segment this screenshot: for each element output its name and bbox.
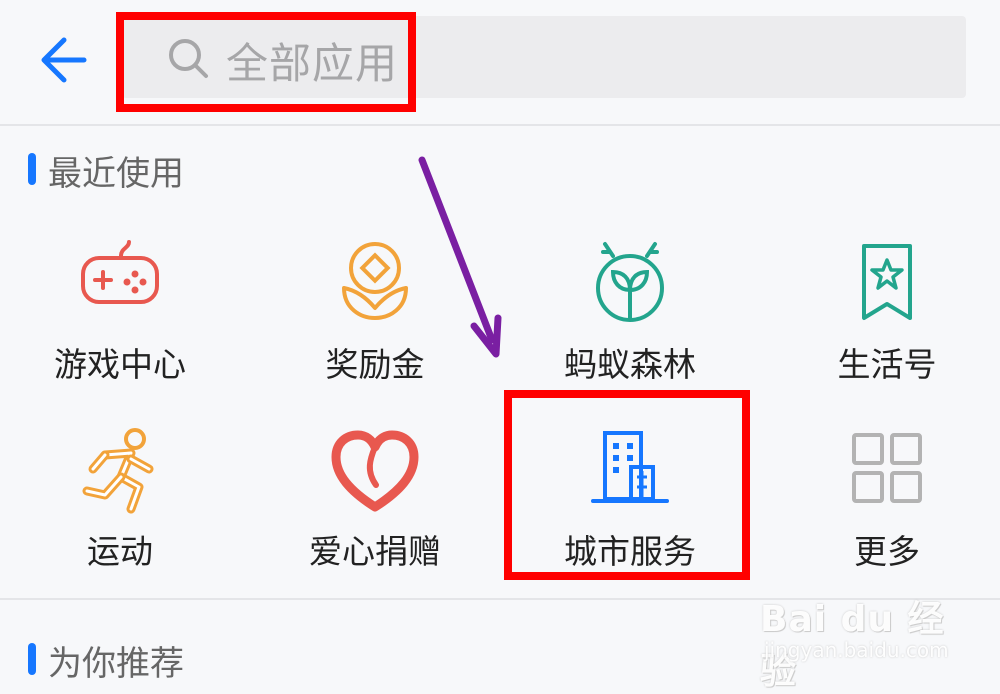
section-marker-recommend [28, 643, 36, 675]
app-label: 蚂蚁森林 [564, 345, 696, 384]
search-input[interactable]: 全部应用 [122, 16, 966, 98]
app-life-account[interactable]: 生活号 [762, 238, 1000, 408]
gamepad-icon [75, 238, 165, 328]
section-marker-recent [28, 153, 36, 185]
building-icon [585, 425, 675, 515]
star-bookmark-icon [842, 238, 932, 328]
heart-icon [330, 425, 420, 515]
app-charity[interactable]: 爱心捐赠 [250, 425, 500, 595]
app-label: 游戏中心 [54, 345, 186, 384]
app-label: 生活号 [837, 345, 937, 384]
app-label: 城市服务 [564, 532, 696, 571]
search-placeholder: 全部应用 [226, 39, 399, 88]
coin-lotus-icon [330, 238, 420, 328]
watermark-url: jingyan.baidu.com [764, 638, 949, 662]
baidu-watermark: Bai du 经验 jingyan.baidu.com [760, 590, 960, 692]
header-bar: 全部应用 [0, 0, 1000, 126]
app-game-center[interactable]: 游戏中心 [0, 238, 245, 408]
app-ant-forest[interactable]: 蚂蚁森林 [505, 238, 755, 408]
section-title-recommend: 为你推荐 [48, 644, 184, 684]
app-label: 更多 [854, 532, 920, 571]
app-label: 奖励金 [325, 345, 425, 384]
app-city-services[interactable]: 城市服务 [505, 425, 755, 595]
runner-icon [75, 425, 165, 515]
section-divider [0, 598, 1000, 600]
app-label: 运动 [87, 532, 153, 571]
app-reward[interactable]: 奖励金 [250, 238, 500, 408]
watermark-brand: Bai du 经验 [760, 599, 945, 692]
arrow-left-icon [41, 37, 87, 83]
grid-more-icon [842, 425, 932, 515]
ant-sprout-icon [585, 238, 675, 328]
search-icon [169, 39, 208, 78]
section-title-recent: 最近使用 [48, 154, 184, 194]
app-label: 爱心捐赠 [309, 532, 441, 571]
back-button[interactable] [32, 30, 92, 90]
app-more[interactable]: 更多 [762, 425, 1000, 595]
app-sports[interactable]: 运动 [0, 425, 245, 595]
